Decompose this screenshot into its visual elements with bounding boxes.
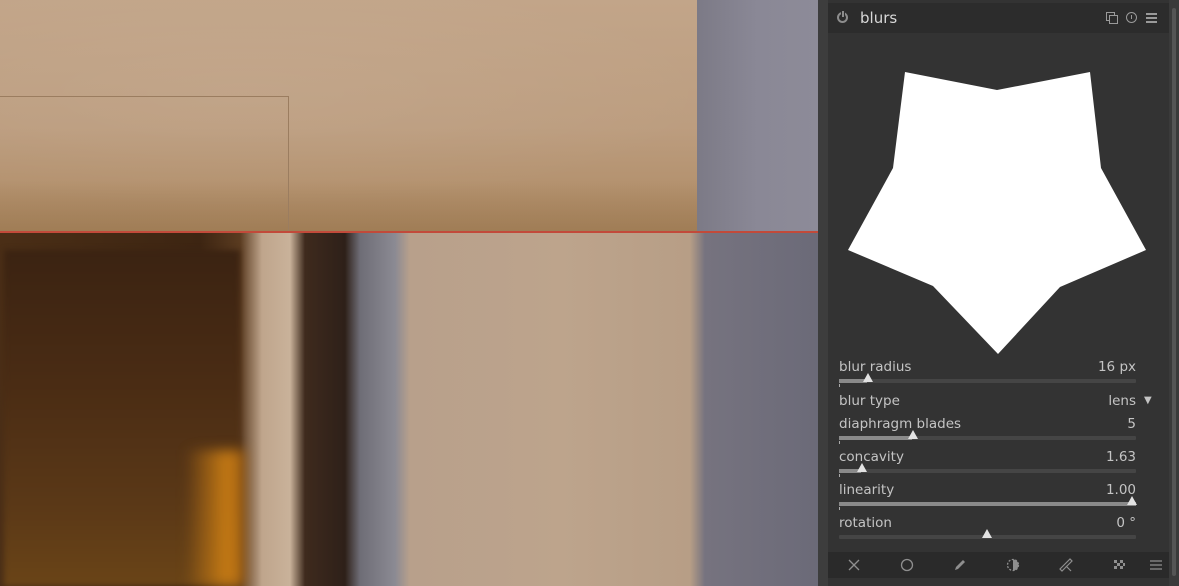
slider-track[interactable] (839, 436, 1136, 440)
blurred-orange-highlight (185, 450, 245, 586)
gradient-icon[interactable] (1005, 557, 1021, 573)
mask-toolbar (828, 552, 1169, 578)
split-view-divider[interactable] (0, 231, 828, 233)
slider-label: diaphragm blades (839, 416, 962, 432)
menu-icon[interactable] (1148, 557, 1164, 573)
off-icon[interactable] (846, 557, 862, 573)
combo-value: lens (1108, 393, 1136, 409)
slider-thumb[interactable] (908, 430, 918, 439)
right-panel: blurs blur radius 16 px blur type lens ▼ (828, 0, 1179, 586)
slider-label: rotation (839, 515, 892, 531)
wall-panel-edge (288, 96, 289, 232)
slider-track[interactable] (839, 469, 1136, 473)
slider-value: 5 (1127, 416, 1136, 432)
pen-icon[interactable] (952, 557, 968, 573)
multi-instance-icon[interactable] (1106, 12, 1118, 24)
slider-thumb[interactable] (1127, 496, 1137, 505)
chevron-down-icon[interactable]: ▼ (1144, 395, 1152, 406)
diaphragm-preview (838, 40, 1168, 358)
slider-label: blur radius (839, 359, 912, 375)
presets-icon[interactable] (1146, 12, 1157, 23)
diaphragm-polygon (848, 72, 1146, 354)
slider-thumb[interactable] (982, 529, 992, 538)
slider-thumb[interactable] (857, 463, 867, 472)
image-canvas[interactable] (0, 0, 818, 586)
slider-value: 1.63 (1105, 449, 1136, 465)
parametric-icon[interactable] (1111, 557, 1127, 573)
panel-scrollbar[interactable] (1169, 0, 1179, 586)
combo-label: blur type (839, 393, 900, 409)
slider-value: 16 px (1097, 359, 1136, 375)
circle-icon[interactable] (899, 557, 915, 573)
module-header[interactable]: blurs (828, 3, 1169, 33)
wall-panel-edge (0, 96, 288, 97)
blurs-module: blurs blur radius 16 px blur type lens ▼ (828, 0, 1169, 586)
wall-shading (0, 180, 700, 232)
reset-icon[interactable] (1126, 12, 1137, 23)
slider-label: linearity (839, 482, 895, 498)
slider-track[interactable] (839, 502, 1136, 506)
slider-track[interactable] (839, 379, 1136, 383)
module-title: blurs (860, 9, 898, 27)
diaphragm-shape (848, 72, 1146, 354)
wall-shadow (697, 0, 818, 232)
slider-label: concavity (839, 449, 904, 465)
brush-icon[interactable] (1058, 557, 1074, 573)
slider-thumb[interactable] (863, 373, 873, 382)
slider-value: 0 ° (1116, 515, 1136, 531)
power-icon[interactable] (837, 11, 848, 23)
panel-divider (818, 0, 828, 586)
